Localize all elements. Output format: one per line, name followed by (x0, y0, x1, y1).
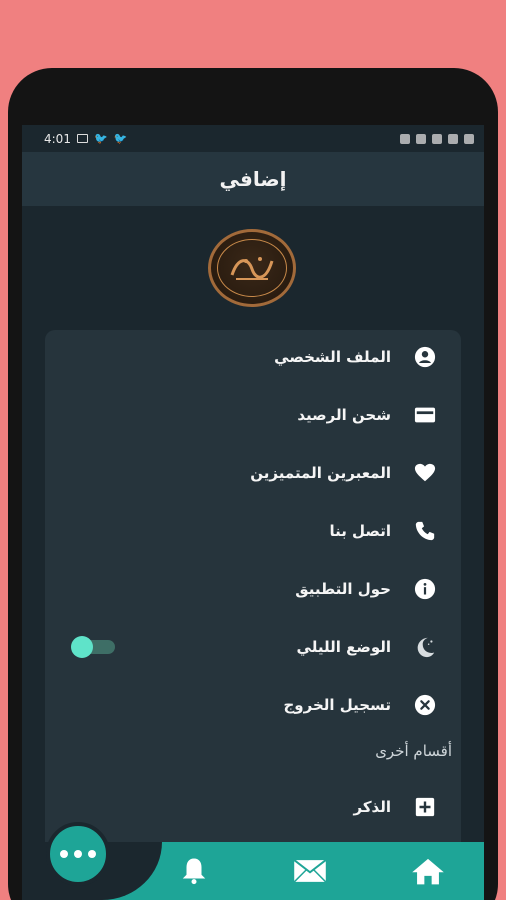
menu-item-label: المعبرين المتميزين (250, 464, 391, 482)
status-bar: 4:01 🐦 🐦 (22, 125, 484, 152)
moon-icon (413, 635, 437, 659)
bell-icon (182, 858, 206, 885)
toggle-knob (71, 636, 93, 658)
wifi-icon (432, 133, 442, 144)
night-mode-toggle[interactable] (71, 636, 115, 658)
twitter-icon: 🐦 (93, 132, 108, 145)
phone-icon (413, 519, 437, 543)
menu-item-label: الذكر (353, 798, 392, 816)
menu-item-recharge[interactable]: شحن الرصيد (45, 390, 461, 440)
info-icon (413, 577, 437, 601)
menu-item-about[interactable]: حول التطبيق (45, 564, 461, 614)
more-options-button[interactable] (46, 822, 110, 886)
credit-card-icon (413, 403, 437, 427)
menu-item-contact-us[interactable]: اتصل بنا (45, 506, 461, 556)
app-logo (208, 229, 296, 307)
menu-item-label: الوضع الليلي (296, 638, 391, 656)
heart-icon (413, 461, 437, 485)
app-screen: 4:01 🐦 🐦 إضافي الملف الشخصي شحن الرصيد ا… (22, 125, 484, 900)
mail-icon (293, 859, 327, 883)
menu-item-label: الملف الشخصي (274, 348, 391, 366)
menu-item-featured-interpreters[interactable]: المعبرين المتميزين (45, 448, 461, 498)
messages-button[interactable] (292, 854, 328, 888)
logo-emblem (217, 239, 287, 297)
app-bar: إضافي (22, 152, 484, 206)
home-button[interactable] (410, 854, 446, 888)
alarm-icon (400, 133, 410, 144)
menu-item-logout[interactable]: تسجيل الخروج (45, 680, 461, 730)
battery-icon (464, 133, 474, 144)
menu-item-label: تسجيل الخروج (283, 696, 392, 714)
menu-item-dhikr[interactable]: الذكر (45, 782, 461, 832)
other-sections-title: أقسام أخرى (375, 742, 452, 760)
menu-item-night-mode[interactable]: الوضع الليلي (45, 622, 461, 672)
account-circle-icon (413, 345, 437, 369)
close-circle-icon (413, 693, 437, 717)
plus-box-icon (413, 795, 437, 819)
menu-item-label: حول التطبيق (295, 580, 391, 598)
more-icon (60, 850, 68, 858)
gallery-icon (76, 134, 88, 143)
notifications-button[interactable] (176, 854, 212, 888)
home-icon (412, 858, 444, 885)
status-time: 4:01 (44, 131, 71, 146)
menu-item-label: اتصل بنا (329, 522, 391, 540)
page-title: إضافي (219, 167, 287, 191)
twitter-icon: 🐦 (113, 132, 128, 145)
signal-icon (448, 133, 458, 144)
menu-item-label: شحن الرصيد (297, 406, 391, 424)
mute-icon (416, 133, 426, 144)
menu-card: الملف الشخصي شحن الرصيد المعبرين المتميز… (45, 330, 461, 870)
menu-item-profile[interactable]: الملف الشخصي (45, 332, 461, 382)
